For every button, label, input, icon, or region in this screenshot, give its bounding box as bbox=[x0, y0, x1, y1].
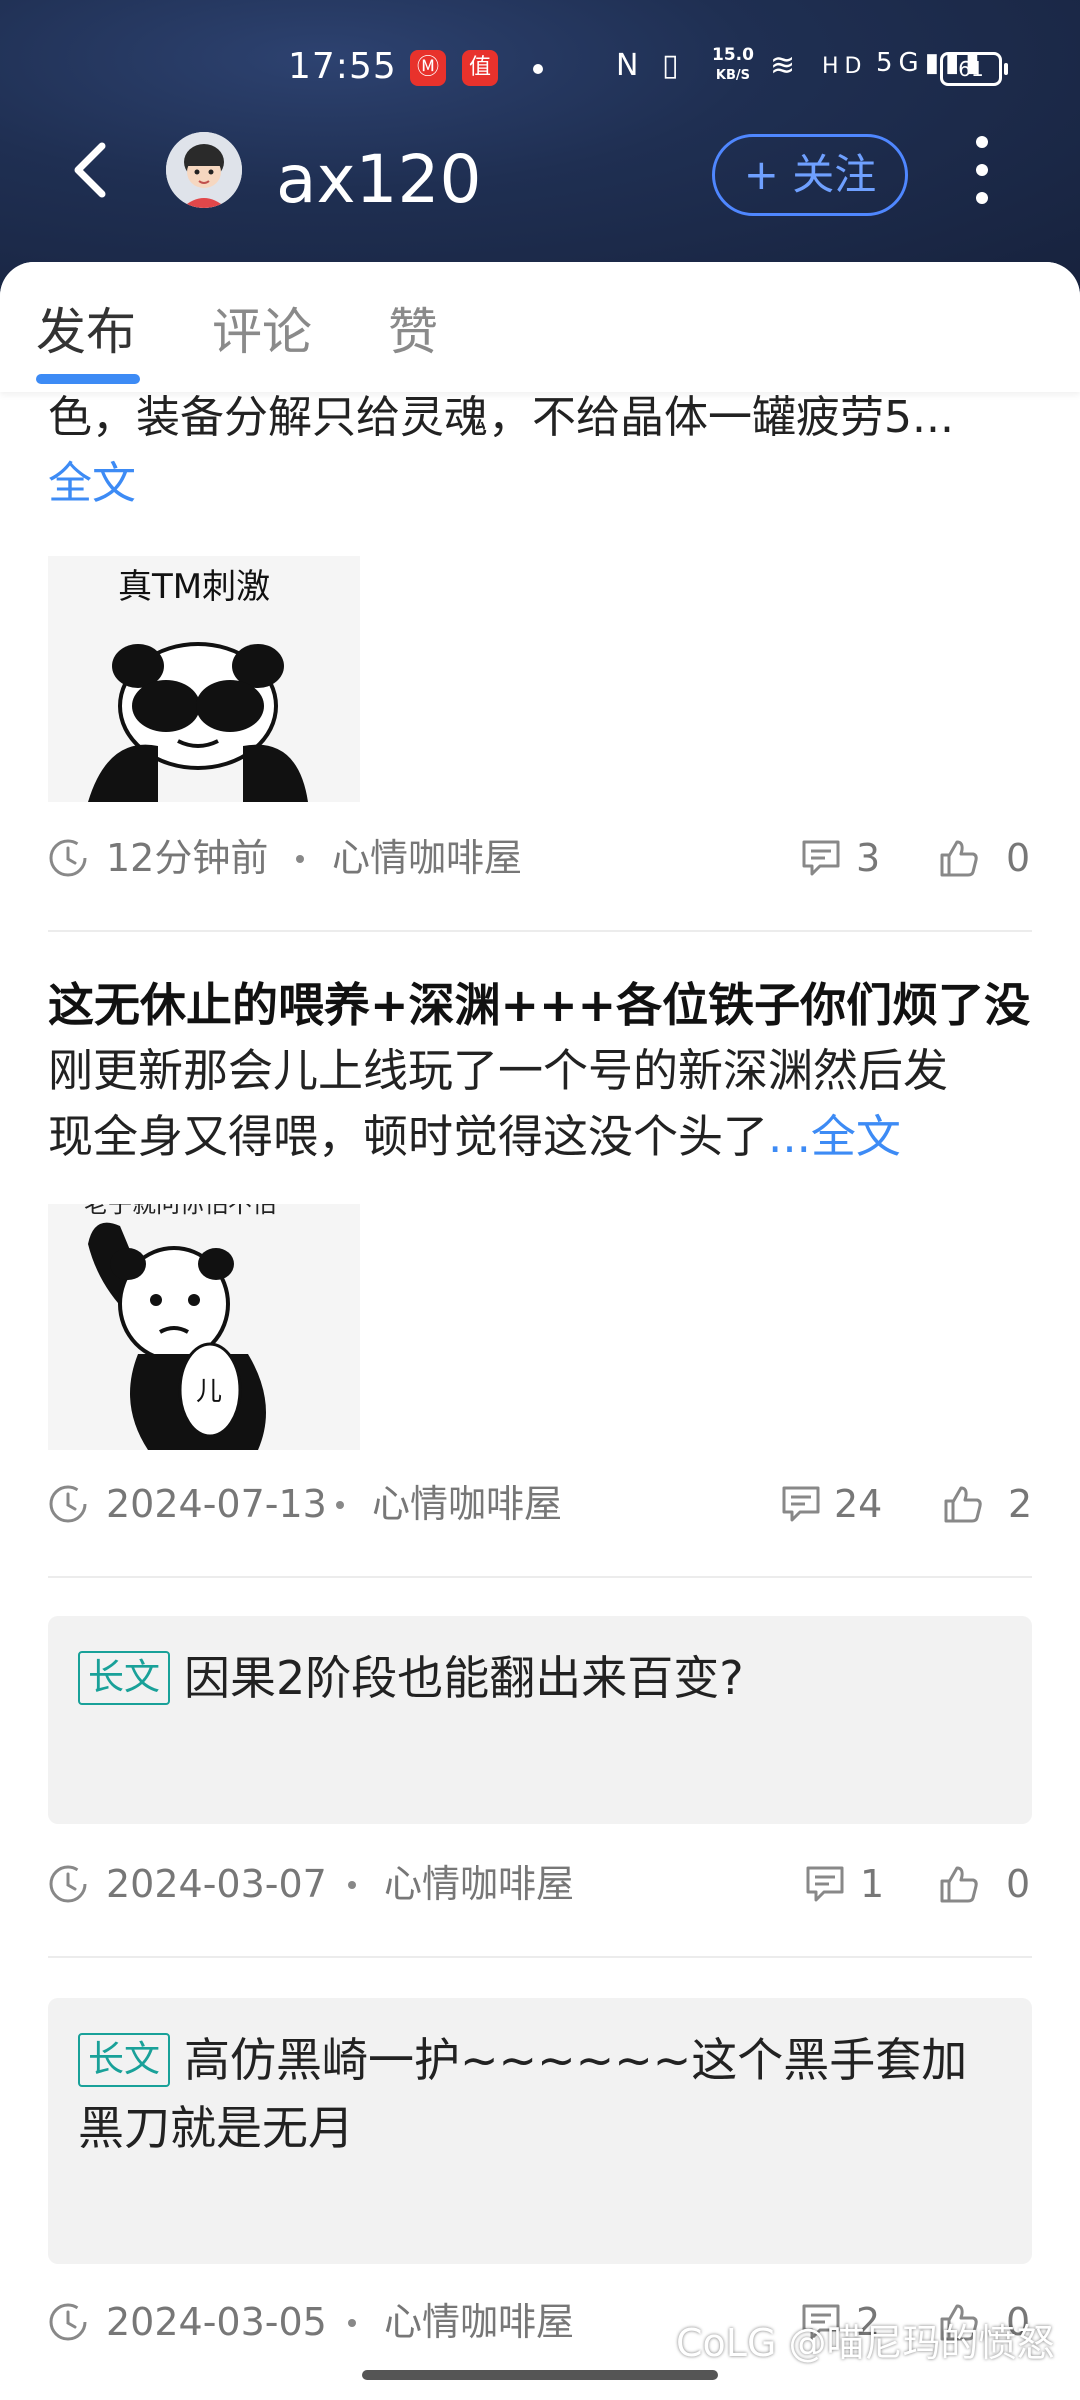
back-button[interactable] bbox=[70, 140, 110, 200]
hd-icon: HD bbox=[822, 54, 868, 79]
post-board[interactable]: 心情咖啡屋 bbox=[332, 828, 522, 888]
separator-dot bbox=[348, 2319, 356, 2327]
tab-bar: 发布 评论 赞 bbox=[0, 262, 1080, 392]
post-title: 高仿黑崎一护~~~~~~这个黑手套加黑刀就是无月 bbox=[78, 2033, 968, 2155]
like-count: 2 bbox=[1008, 1482, 1033, 1526]
network-speed-value: 15.0 bbox=[712, 45, 754, 65]
vibrate-icon: ▯ bbox=[662, 48, 685, 83]
username: ax120 bbox=[276, 141, 482, 218]
meme-caption: 真TM刺激 bbox=[118, 567, 270, 607]
post-time: 12分钟前 bbox=[106, 836, 269, 880]
post-board[interactable]: 心情咖啡屋 bbox=[372, 1474, 562, 1534]
comment-count: 3 bbox=[856, 836, 881, 880]
battery-icon: 61 bbox=[940, 52, 1008, 86]
long-article-title-row: 长文 高仿黑崎一护~~~~~~这个黑手套加黑刀就是无月 bbox=[48, 1998, 1032, 2162]
post-excerpt: 色，装备分解只给灵魂，不给晶体一罐疲劳5... bbox=[48, 386, 1032, 450]
long-article-tag: 长文 bbox=[78, 2032, 171, 2087]
comment-icon[interactable] bbox=[780, 1484, 822, 1524]
post-divider bbox=[48, 1576, 1032, 1578]
post-meta: 2024-07-13 心情咖啡屋 24 2 bbox=[48, 1474, 1032, 1534]
like-icon[interactable] bbox=[942, 1484, 984, 1524]
post-time: 2024-07-13 bbox=[106, 1482, 327, 1526]
like-count: 0 bbox=[1006, 1862, 1031, 1906]
netease-music-icon: Ⓜ bbox=[410, 50, 446, 86]
avatar[interactable] bbox=[166, 132, 242, 208]
status-bar: 17:55 Ⓜ 值 N ▯ 15.0 KB/S ≋ HD 5G▮▮▮ 61 bbox=[0, 44, 1080, 96]
notification-dot bbox=[533, 64, 543, 74]
like-count: 0 bbox=[1006, 836, 1031, 880]
long-article-title-row: 长文 因果2阶段也能翻出来百变? bbox=[48, 1616, 1032, 1712]
clock-icon bbox=[49, 1865, 87, 1903]
post-time: 2024-03-07 bbox=[106, 1862, 327, 1906]
separator-dot bbox=[348, 1881, 356, 1889]
post-board[interactable]: 心情咖啡屋 bbox=[384, 1854, 574, 1914]
watermark: CoLG @喵尼玛的愤怒 bbox=[676, 2321, 1055, 2365]
clock-icon bbox=[49, 1485, 87, 1523]
wifi-icon: ≋ bbox=[770, 48, 802, 83]
post-meta: 2024-03-07 心情咖啡屋 1 0 bbox=[48, 1854, 1032, 1914]
post-divider bbox=[48, 1956, 1032, 1958]
like-icon[interactable] bbox=[938, 1864, 980, 1904]
comment-count: 24 bbox=[834, 1482, 883, 1526]
post-board[interactable]: 心情咖啡屋 bbox=[384, 2292, 574, 2352]
avatar-image bbox=[166, 132, 242, 208]
comment-count: 1 bbox=[860, 1862, 885, 1906]
active-tab-indicator bbox=[36, 374, 140, 384]
post-excerpt-text: 色，装备分解只给灵魂，不给晶体一罐疲劳5... bbox=[48, 392, 954, 443]
tab-likes[interactable]: 赞 bbox=[388, 292, 438, 364]
post-excerpt-line: 现全身又得喂，顿时觉得这没个头了 bbox=[48, 1110, 769, 1163]
content-sheet: 发布 评论 赞 色，装备分解只给灵魂，不给晶体一罐疲劳5... 全文 真TM刺激 bbox=[0, 262, 1080, 2400]
post-excerpt: 刚更新那会儿上线玩了一个号的新深渊然后发 现全身又得喂，顿时觉得这没个头了...… bbox=[48, 1038, 1032, 1170]
clock-icon bbox=[49, 839, 87, 877]
tab-comments[interactable]: 评论 bbox=[212, 292, 312, 364]
post-meta: 12分钟前 心情咖啡屋 3 0 bbox=[48, 828, 1032, 888]
follow-button[interactable]: + 关注 bbox=[712, 134, 908, 216]
comment-icon[interactable] bbox=[804, 1864, 846, 1904]
system-icons: N bbox=[616, 48, 645, 83]
back-arrow-icon bbox=[74, 142, 106, 198]
home-indicator[interactable] bbox=[362, 2370, 718, 2380]
panda-meme-image: 老子就问你怕不怕 儿 bbox=[48, 1204, 360, 1450]
profile-header: 17:55 Ⓜ 值 N ▯ 15.0 KB/S ≋ HD 5G▮▮▮ 61 ax… bbox=[0, 0, 1080, 290]
post-divider bbox=[48, 930, 1032, 932]
long-article-card[interactable]: 长文 高仿黑崎一护~~~~~~这个黑手套加黑刀就是无月 bbox=[48, 1998, 1032, 2264]
post-excerpt-line: 刚更新那会儿上线玩了一个号的新深渊然后发 bbox=[48, 1044, 949, 1097]
post-title: 这无休止的喂养+深渊+++各位铁子你们烦了没 bbox=[48, 978, 1031, 1032]
separator-dot bbox=[296, 855, 304, 863]
read-more-link[interactable]: ...全文 bbox=[768, 1110, 901, 1163]
network-speed: 15.0 KB/S bbox=[712, 46, 754, 85]
like-icon[interactable] bbox=[938, 838, 980, 878]
meme-caption: 老子就问你怕不怕 bbox=[84, 1204, 276, 1218]
post-title: 因果2阶段也能翻出来百变? bbox=[184, 1651, 744, 1705]
tab-posts[interactable]: 发布 bbox=[36, 292, 136, 364]
post-card[interactable]: 色，装备分解只给灵魂，不给晶体一罐疲劳5... 全文 bbox=[48, 392, 1032, 520]
more-dots-icon bbox=[976, 136, 988, 148]
post-card[interactable]: 这无休止的喂养+深渊+++各位铁子你们烦了没 刚更新那会儿上线玩了一个号的新深渊… bbox=[48, 972, 1032, 1170]
panda-meme-image: 真TM刺激 bbox=[48, 556, 360, 802]
separator-dot bbox=[336, 1501, 344, 1509]
post-image[interactable]: 老子就问你怕不怕 儿 bbox=[48, 1204, 360, 1450]
status-time: 17:55 bbox=[288, 46, 397, 87]
more-options-button[interactable] bbox=[970, 136, 994, 206]
svg-text:儿: 儿 bbox=[196, 1377, 222, 1407]
long-article-tag: 长文 bbox=[78, 1650, 171, 1705]
read-more-link[interactable]: 全文 bbox=[48, 452, 1032, 516]
smzdm-icon: 值 bbox=[462, 50, 498, 86]
post-time: 2024-03-05 bbox=[106, 2300, 327, 2344]
long-article-card[interactable]: 长文 因果2阶段也能翻出来百变? bbox=[48, 1616, 1032, 1824]
clock-icon bbox=[49, 2303, 87, 2341]
post-image[interactable]: 真TM刺激 bbox=[48, 556, 360, 802]
network-speed-unit: KB/S bbox=[715, 68, 751, 83]
comment-icon[interactable] bbox=[800, 838, 842, 878]
